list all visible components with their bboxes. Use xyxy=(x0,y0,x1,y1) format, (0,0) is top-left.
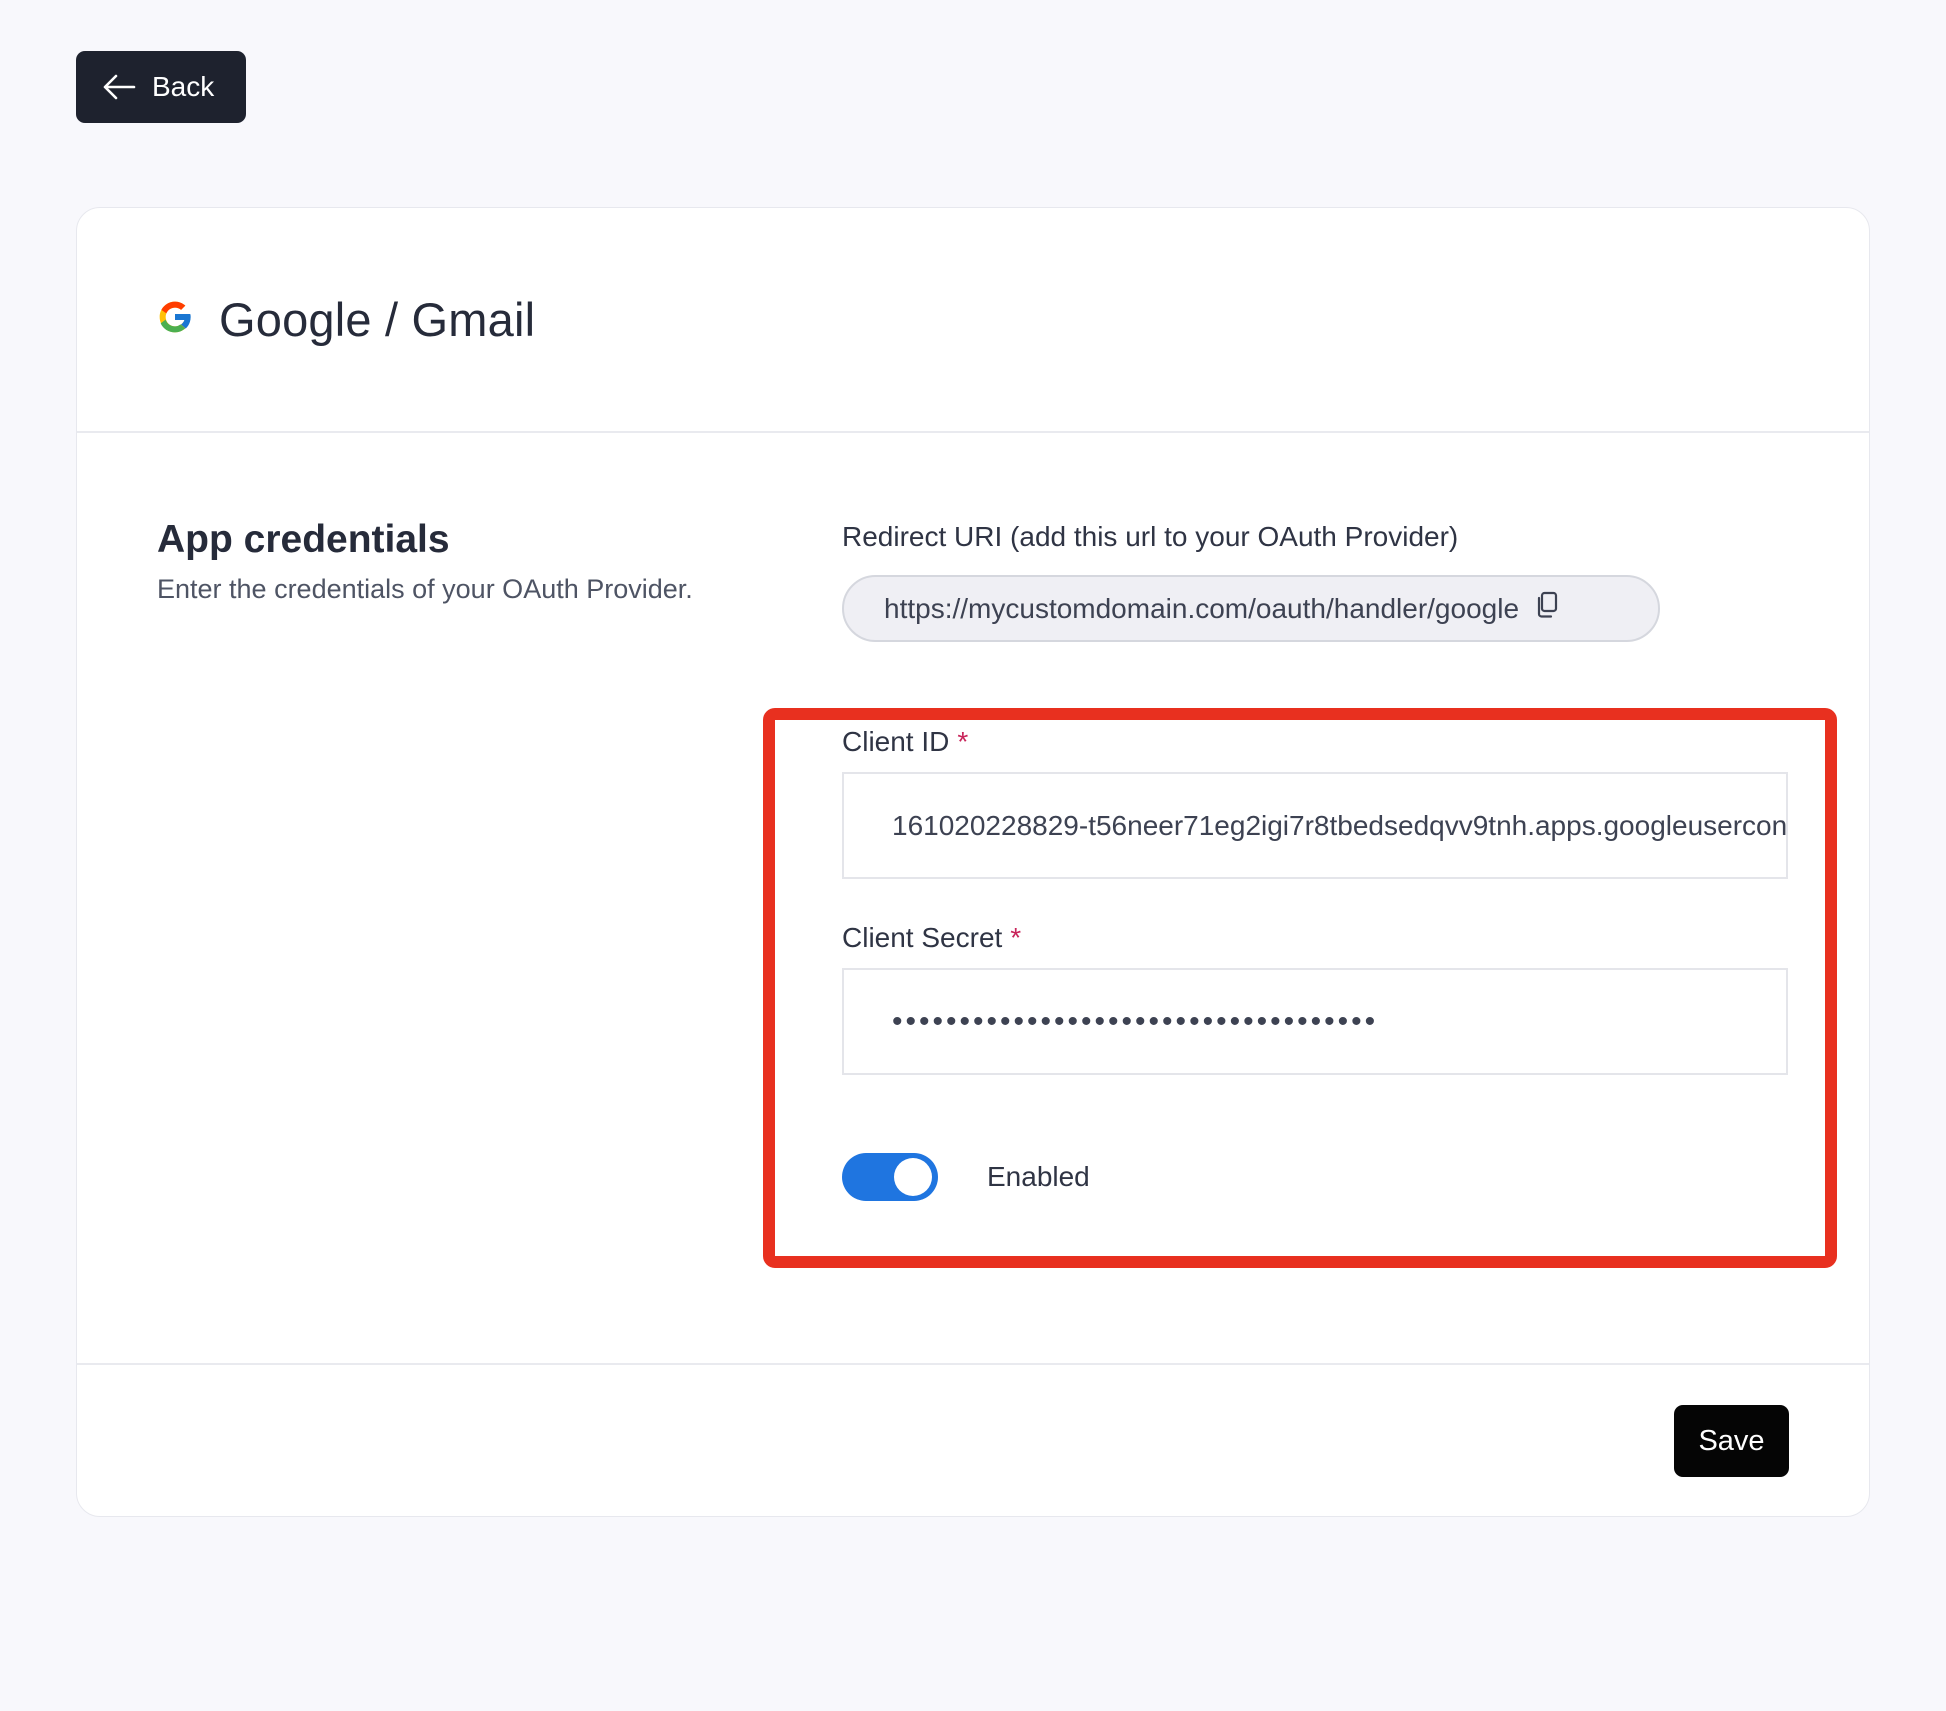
section-description: Enter the credentials of your OAuth Prov… xyxy=(157,574,693,604)
card-header: Google / Gmail xyxy=(77,208,1869,433)
copy-icon[interactable] xyxy=(1535,591,1559,626)
required-mark: * xyxy=(1010,922,1022,953)
enabled-toggle[interactable] xyxy=(842,1153,938,1201)
client-id-value: 161020228829-t56neer71eg2igi7r8tbedsedqv… xyxy=(892,809,1788,841)
google-logo-icon xyxy=(155,297,195,342)
section-title: App credentials xyxy=(157,518,450,561)
client-id-label: Client ID * xyxy=(842,726,968,758)
enabled-label: Enabled xyxy=(987,1161,1090,1192)
arrow-left-icon xyxy=(102,74,136,100)
provider-card: Google / Gmail App credentials Enter the… xyxy=(76,207,1870,1517)
footer-divider xyxy=(77,1363,1869,1365)
client-secret-input[interactable]: •••••••••••••••••••••••••••••••••••• xyxy=(842,968,1788,1075)
redirect-uri-field[interactable]: https://mycustomdomain.com/oauth/handler… xyxy=(842,575,1660,642)
back-button[interactable]: Back xyxy=(76,51,246,123)
client-id-input[interactable]: 161020228829-t56neer71eg2igi7r8tbedsedqv… xyxy=(842,772,1788,879)
toggle-knob xyxy=(894,1158,932,1196)
back-button-label: Back xyxy=(152,71,215,102)
required-mark: * xyxy=(957,726,969,757)
client-id-label-text: Client ID xyxy=(842,726,950,757)
client-secret-label: Client Secret * xyxy=(842,922,1021,954)
client-secret-label-text: Client Secret xyxy=(842,922,1003,953)
save-button[interactable]: Save xyxy=(1674,1405,1789,1477)
redirect-uri-value: https://mycustomdomain.com/oauth/handler… xyxy=(884,592,1520,624)
page-title: Google / Gmail xyxy=(219,293,536,346)
client-secret-value: •••••••••••••••••••••••••••••••••••• xyxy=(892,1004,1379,1038)
redirect-uri-label: Redirect URI (add this url to your OAuth… xyxy=(842,521,1459,552)
